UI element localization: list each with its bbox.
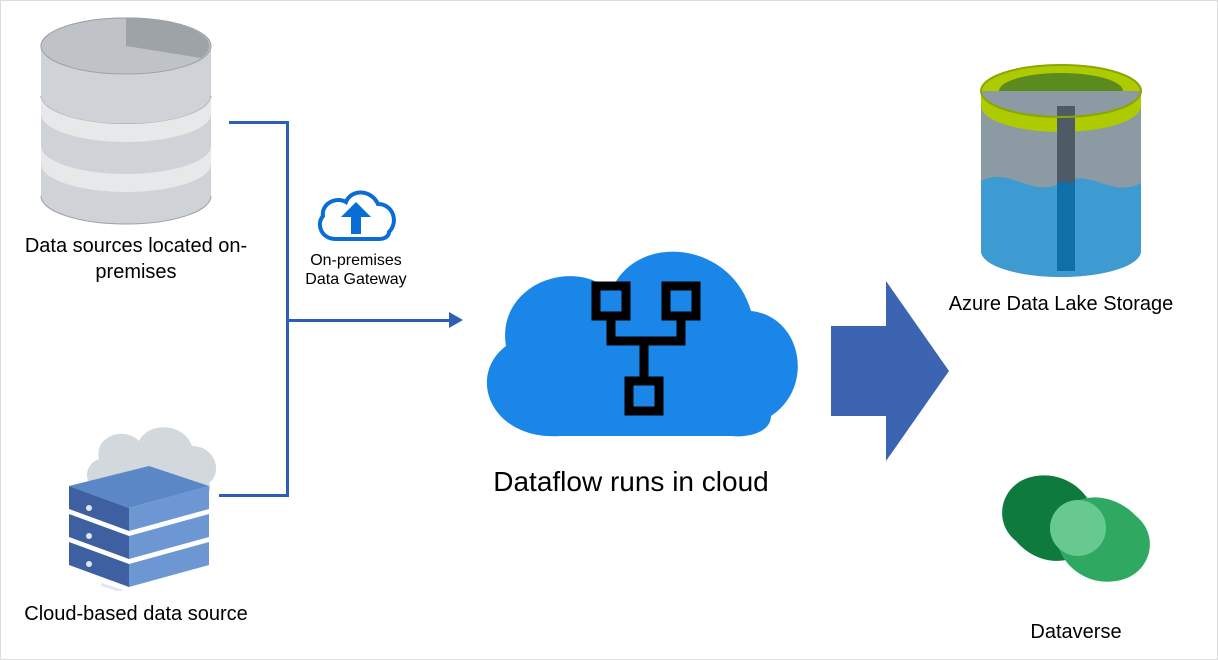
dataflow-label: Dataflow runs in cloud [441, 466, 821, 498]
dataverse-icon [986, 446, 1166, 611]
cloud-source-label: Cloud-based data source [21, 601, 251, 627]
dataflow-cloud-icon [451, 216, 811, 461]
adls-label: Azure Data Lake Storage [941, 291, 1181, 317]
cloud-source-icon [39, 411, 229, 596]
destination-arrow-icon [831, 271, 951, 476]
gateway-label: On-premises Data Gateway [301, 251, 411, 289]
onprem-source-label: Data sources located on-premises [16, 233, 256, 285]
dataverse-label: Dataverse [1001, 619, 1151, 645]
onprem-database-icon [31, 16, 221, 231]
adls-icon [971, 61, 1151, 286]
gateway-icon [311, 184, 401, 254]
